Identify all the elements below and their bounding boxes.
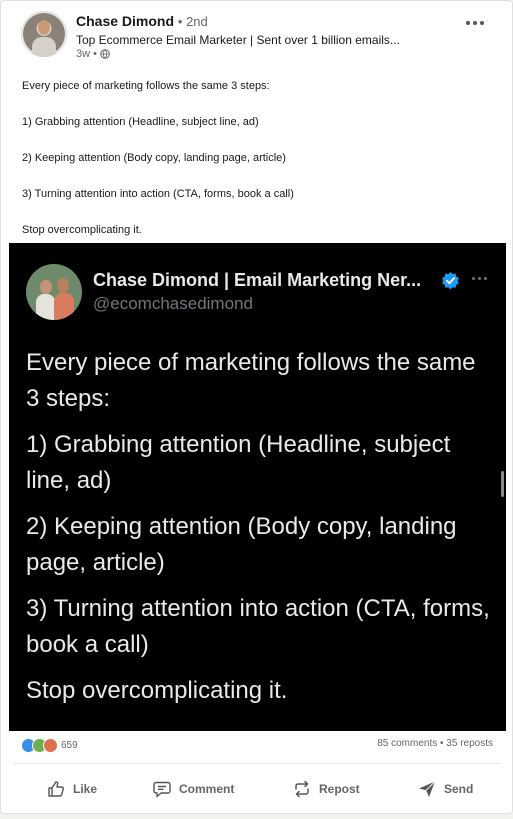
comment-button[interactable]: Comment [152, 771, 234, 807]
reaction-count: 659 [61, 740, 78, 751]
connection-degree: • 2nd [177, 14, 208, 29]
repost-button[interactable]: Repost [292, 771, 360, 807]
comments-reposts-count[interactable]: 85 comments • 35 reposts [377, 738, 493, 749]
author-headline: Top Ecommerce Email Marketer | Sent over… [76, 33, 400, 47]
post-line: 2) Keeping attention (Body copy, landing… [22, 152, 286, 164]
author-avatar[interactable] [21, 11, 67, 57]
divider [13, 763, 501, 764]
send-label: Send [444, 782, 474, 796]
tweet-more-icon [472, 277, 487, 280]
action-bar: Like Comment Repost Send [1, 771, 512, 807]
social-counts: 659 85 comments • 35 reposts [21, 738, 493, 754]
comment-label: Comment [179, 782, 235, 796]
tweet-handle: @ecomchasedimond [93, 294, 253, 313]
thumbs-up-icon [48, 781, 64, 797]
scrollbar[interactable] [501, 471, 504, 497]
repost-label: Repost [319, 782, 360, 796]
author-name[interactable]: Chase Dimond [76, 13, 174, 29]
post-text: Every piece of marketing follows the sam… [22, 77, 492, 239]
tweet-avatar [26, 264, 82, 320]
tweet-paragraph: Every piece of marketing follows the sam… [26, 349, 476, 412]
verified-badge-icon [442, 271, 459, 290]
more-options-icon[interactable] [462, 14, 488, 32]
post-timestamp: 3w • [76, 48, 110, 60]
tweet-body: Every piece of marketing follows the sam… [26, 345, 491, 719]
post-line: Every piece of marketing follows the sam… [22, 80, 270, 92]
tweet-paragraph: 1) Grabbing attention (Headline, subject… [26, 431, 451, 494]
love-reaction-icon [43, 738, 58, 753]
post-line: 1) Grabbing attention (Headline, subject… [22, 116, 259, 128]
post-line: Stop overcomplicating it. [22, 224, 142, 236]
feed-post-card: Chase Dimond • 2nd Top Ecommerce Email M… [0, 0, 513, 814]
tweet-image[interactable]: Chase Dimond | Email Marketing Ner... @e… [9, 243, 506, 731]
like-button[interactable]: Like [46, 771, 97, 807]
tweet-paragraph: 2) Keeping attention (Body copy, landing… [26, 513, 457, 576]
send-button[interactable]: Send [417, 771, 473, 807]
author-name-row: Chase Dimond • 2nd [76, 13, 208, 29]
tweet-paragraph: 3) Turning attention into action (CTA, f… [26, 595, 490, 658]
reactions-summary[interactable]: 659 [21, 738, 78, 753]
tweet-paragraph: Stop overcomplicating it. [26, 677, 288, 704]
post-line: 3) Turning attention into action (CTA, f… [22, 188, 294, 200]
tweet-author-name: Chase Dimond | Email Marketing Ner... [93, 270, 422, 290]
repost-icon [295, 780, 309, 798]
post-time: 3w • [76, 48, 97, 60]
like-label: Like [73, 782, 98, 796]
globe-icon [100, 49, 110, 59]
send-icon [419, 781, 436, 797]
comment-icon [153, 781, 171, 798]
